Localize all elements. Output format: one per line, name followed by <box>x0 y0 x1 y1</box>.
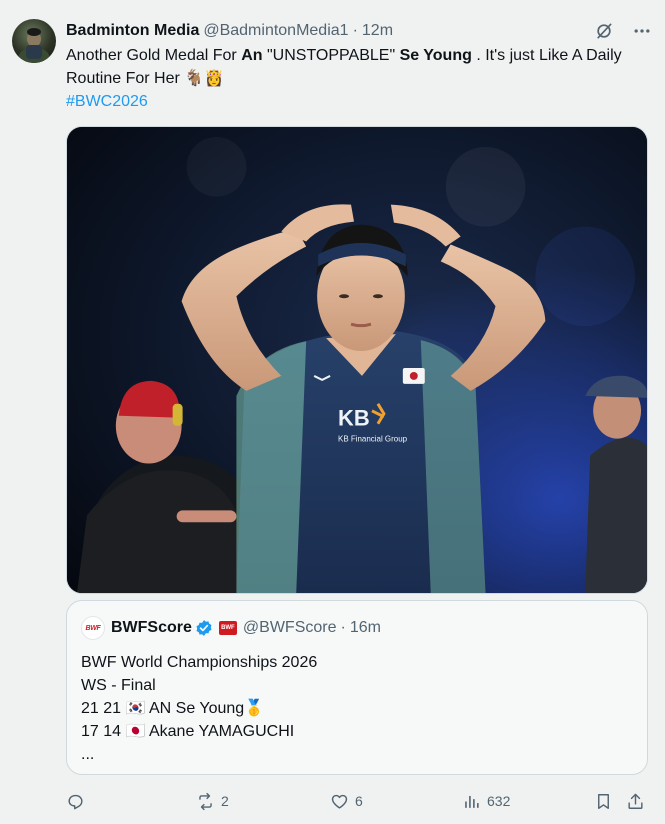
post-photo[interactable]: KB KB Financial Group <box>66 126 648 594</box>
hashtag-link[interactable]: #BWC2026 <box>66 93 148 110</box>
quote-line: 17 14 🇯🇵 Akane YAMAGUCHI <box>81 723 295 740</box>
bold-text: Se Young <box>399 47 472 64</box>
affiliate-badge-text: BWF <box>221 625 235 631</box>
separator-dot: · <box>352 22 358 39</box>
bookmark-icon <box>598 793 609 809</box>
bold-text: An <box>241 47 263 64</box>
views-icon <box>465 795 479 808</box>
jersey-logo-text: KB <box>338 406 370 431</box>
repost-icon <box>199 792 212 810</box>
action-bar: 2 6 632 <box>66 788 648 814</box>
views-count: 632 <box>487 793 511 809</box>
quote-author-avatar[interactable]: BWF <box>81 616 105 640</box>
grok-icon[interactable] <box>593 20 615 42</box>
quote-avatar-text: BWF <box>85 624 101 632</box>
quote-line: WS - Final <box>81 677 156 694</box>
reply-button[interactable] <box>66 788 91 814</box>
text-part: Another Gold Medal For <box>66 47 242 64</box>
like-button[interactable]: 6 <box>330 788 363 814</box>
share-button[interactable] <box>626 788 645 814</box>
header-actions <box>593 20 653 42</box>
post-time[interactable]: 12m <box>362 22 393 40</box>
like-count: 6 <box>355 793 363 809</box>
quote-time[interactable]: 16m <box>350 619 381 637</box>
views-button[interactable]: 632 <box>462 788 510 814</box>
repost-button[interactable]: 2 <box>196 788 229 814</box>
bookmark-button[interactable] <box>594 788 613 814</box>
jersey-sub-text: KB Financial Group <box>338 435 408 444</box>
quote-line: BWF World Championships 2026 <box>81 654 318 671</box>
quote-header: BWF BWFScore BWF @BWFScore · 16m <box>81 615 381 641</box>
quote-line: 21 21 🇰🇷 AN Se Young🥇 <box>81 700 265 717</box>
quote-line: ... <box>81 746 95 763</box>
more-icon[interactable] <box>631 20 653 42</box>
share-icon <box>628 793 643 809</box>
quote-author-handle[interactable]: @BWFScore <box>243 619 337 637</box>
quote-author-name[interactable]: BWFScore <box>111 619 192 637</box>
text-part: "UNSTOPPABLE" <box>262 47 400 64</box>
tweet-header: Badminton Media @BadmintonMedia1 · 12m <box>66 20 653 42</box>
repost-count: 2 <box>221 793 229 809</box>
tweet[interactable]: Badminton Media @BadmintonMedia1 · 12m A… <box>0 0 665 824</box>
reply-icon <box>68 794 83 809</box>
verified-badge-icon <box>196 620 212 636</box>
author-name[interactable]: Badminton Media <box>66 22 199 40</box>
author-handle[interactable]: @BadmintonMedia1 <box>203 22 348 40</box>
separator-dot: · <box>340 619 346 636</box>
affiliate-badge-icon: BWF <box>218 621 237 635</box>
like-icon <box>331 794 348 809</box>
quoted-tweet[interactable]: BWF BWFScore BWF @BWFScore · 16m BWF Wor… <box>66 600 648 775</box>
author-avatar[interactable] <box>12 19 56 63</box>
quote-text: BWF World Championships 2026 WS - Final … <box>81 651 317 766</box>
tweet-text: Another Gold Medal For An "UNSTOPPABLE" … <box>66 44 646 113</box>
